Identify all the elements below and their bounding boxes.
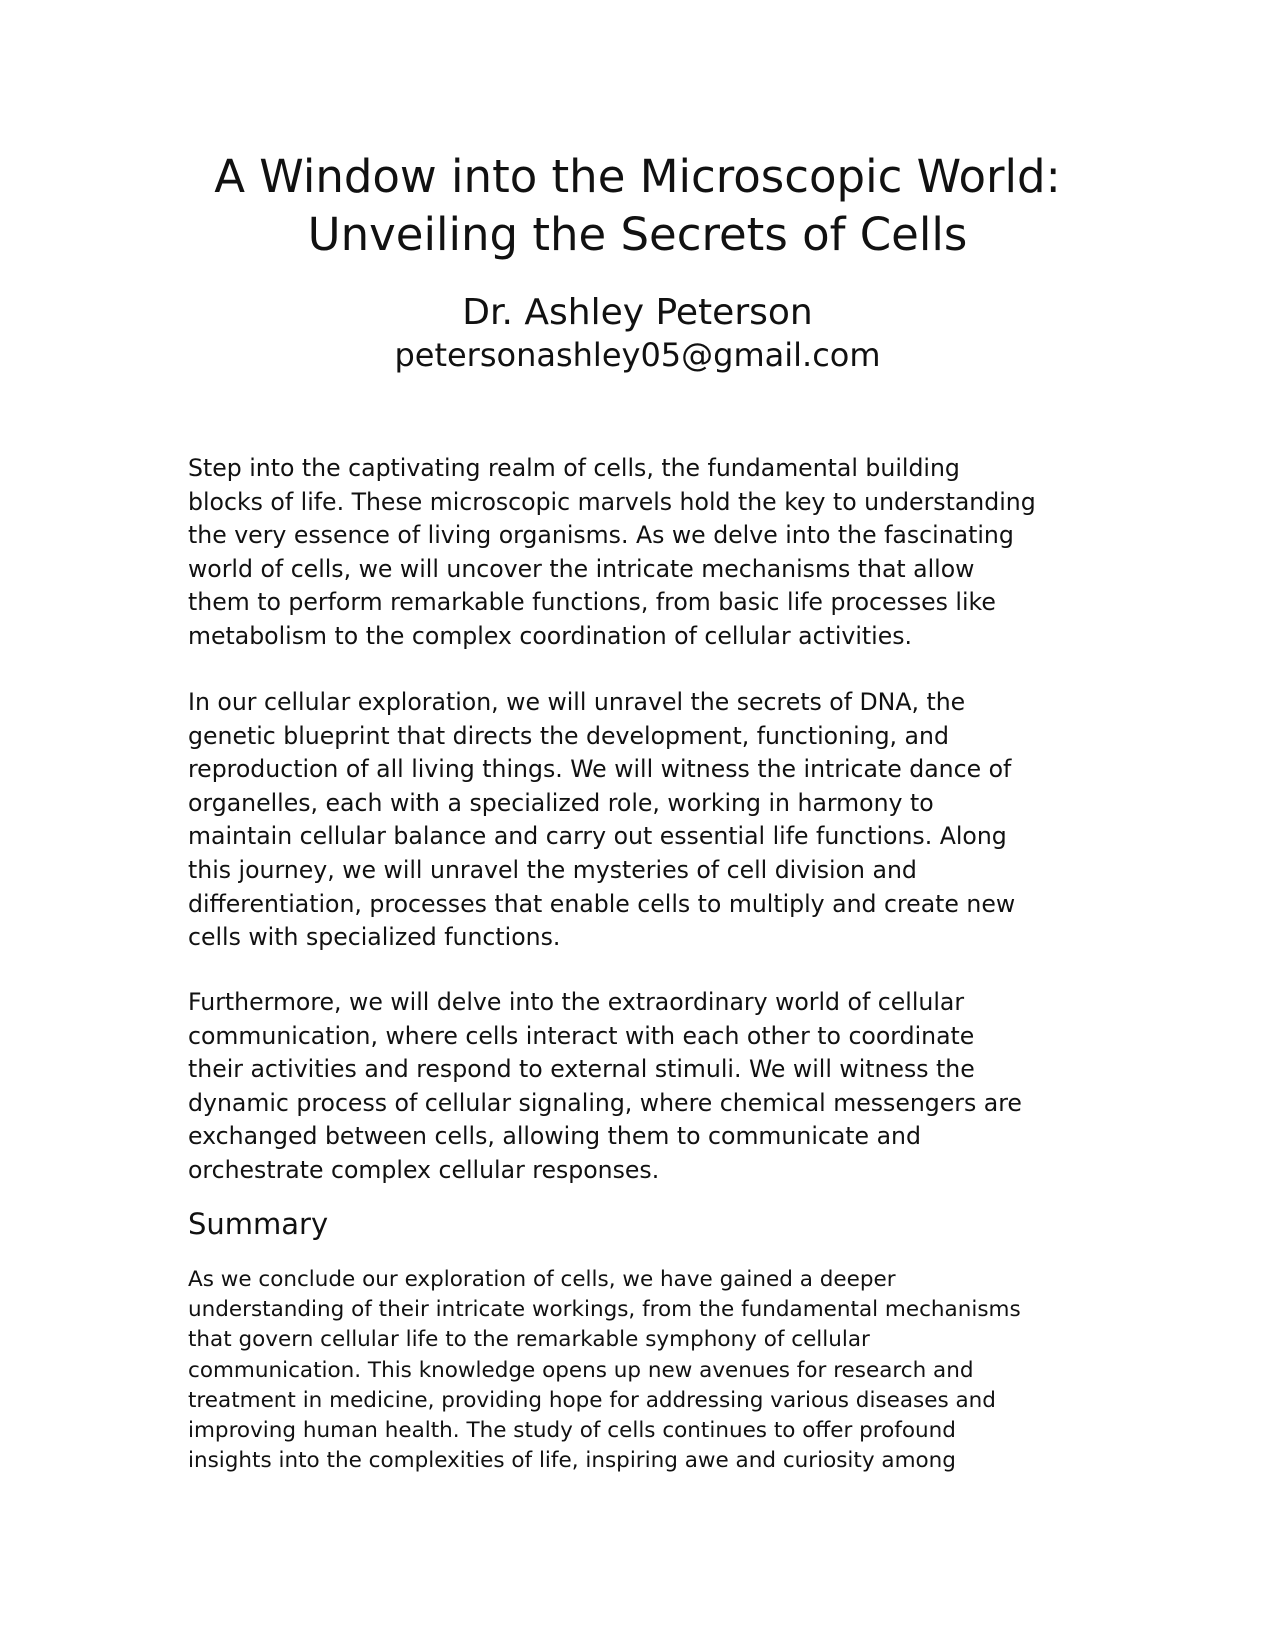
paragraph-line: them to perform remarkable functions, fr… [188, 588, 996, 617]
paragraph-line: their activities and respond to external… [188, 1055, 975, 1084]
author-name: Dr. Ashley Peterson [462, 292, 813, 333]
paragraph-line: metabolism to the complex coordination o… [188, 621, 913, 650]
paragraph-line: blocks of life. These microscopic marvel… [188, 487, 1036, 516]
summary-line: As we conclude our exploration of cells,… [188, 1267, 896, 1292]
summary-line: communication. This knowledge opens up n… [188, 1357, 974, 1383]
paragraph-line: exchanged between cells, allowing them t… [188, 1122, 921, 1151]
paragraph-line: genetic blueprint that directs the devel… [188, 721, 949, 750]
paragraph-line: Step into the captivating realm of cells… [188, 454, 960, 482]
title-line-2: Unveiling the Secrets of Cells [307, 208, 968, 261]
summary-line: that govern cellular life to the remarka… [188, 1327, 870, 1353]
paragraph-line: reproduction of all living things. We wi… [188, 755, 1012, 784]
paragraph-line: world of cells, we will uncover the intr… [188, 554, 975, 583]
paragraph-line: Furthermore, we will delve into the extr… [188, 988, 965, 1016]
paragraph-1: Step into the captivating realm of cells… [188, 452, 1108, 654]
summary-line: improving human health. The study of cel… [188, 1418, 956, 1444]
paragraph-line: maintain cellular balance and carry out … [188, 822, 1007, 851]
paragraph-line: communication, where cells interact with… [188, 1021, 975, 1050]
summary-paragraph: As we conclude our exploration of cells,… [188, 1265, 1108, 1476]
summary-heading: Summary [188, 1207, 329, 1241]
title-line-1: A Window into the Microscopic World: [214, 150, 1061, 203]
paragraph-line: dynamic process of cellular signaling, w… [188, 1088, 1022, 1117]
paragraph-line: orchestrate complex cellular responses. [188, 1155, 660, 1184]
author-email: petersonashley05@gmail.com [394, 336, 881, 374]
paragraph-line: the very essence of living organisms. As… [188, 521, 1014, 550]
summary-line: understanding of their intricate working… [188, 1297, 1021, 1323]
summary-line: insights into the complexities of life, … [188, 1448, 956, 1474]
document-page: A Window into the Microscopic World: Unv… [0, 0, 1275, 1651]
paragraph-line: organelles, each with a specialized role… [188, 788, 934, 817]
paragraph-line: differentiation, processes that enable c… [188, 889, 1016, 918]
paragraph-line: cells with specialized functions. [188, 923, 561, 952]
summary-line: treatment in medicine, providing hope fo… [188, 1387, 996, 1413]
paragraph-2: In our cellular exploration, we will unr… [188, 686, 1108, 955]
paragraph-3: Furthermore, we will delve into the extr… [188, 986, 1108, 1188]
paragraph-line: this journey, we will unravel the myster… [188, 855, 917, 884]
document-title: A Window into the Microscopic World: Unv… [100, 148, 1175, 264]
paragraph-line: In our cellular exploration, we will unr… [188, 688, 966, 716]
